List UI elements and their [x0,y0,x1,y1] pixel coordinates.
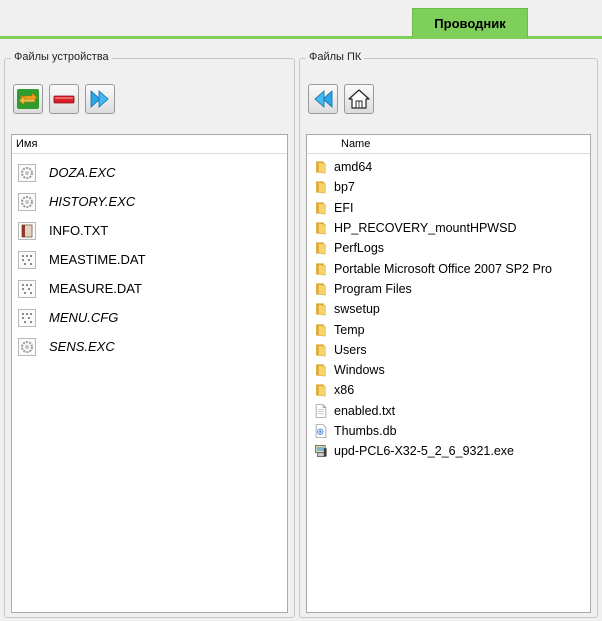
text-document-icon [315,404,327,418]
pc-file-row[interactable]: enabled.txt [307,401,590,421]
pc-files: amd64 bp7 EFI HP_RECOVERY_mountHPWSD PerfLog… [307,154,590,461]
db-file-icon [315,424,327,438]
device-toolbar [13,84,115,118]
forward-button[interactable] [85,84,115,114]
double-arrow-right-icon [90,90,109,108]
pc-name-column-header[interactable]: Name [307,135,590,154]
folder-icon [316,181,326,194]
delete-button[interactable] [49,84,79,114]
pc-file-row[interactable]: Temp [307,319,590,339]
device-files: DOZA.EXC HISTORY.EXC INFO.TXT MEASTIME.DAT M… [12,154,287,361]
device-file-row[interactable]: MENU.CFG [12,303,287,332]
pc-file-row[interactable]: Portable Microsoft Office 2007 SP2 Pro [307,258,590,278]
folder-icon [316,303,326,316]
sync-button[interactable] [13,84,43,114]
gear-file-icon [18,337,36,356]
device-file-list[interactable]: Имя DOZA.EXC HISTORY.EXC INFO.TXT MEASTIME.… [11,134,288,613]
minus-icon [53,95,75,104]
pc-file-name: x86 [334,383,355,398]
folder-icon [316,364,326,377]
pc-file-row[interactable]: Windows [307,360,590,380]
exe-file-icon [315,445,327,458]
pc-file-name: Windows [334,363,385,378]
folder-icon [316,384,326,397]
device-file-name: HISTORY.EXC [49,194,136,209]
folder-icon [316,242,326,255]
pc-file-row[interactable]: bp7 [307,177,590,197]
pc-file-name: Temp [334,322,365,337]
folder-icon [316,263,326,276]
home-button[interactable] [344,84,374,114]
pc-file-row[interactable]: Users [307,340,590,360]
device-file-name: MEASTIME.DAT [49,252,146,267]
pc-file-name: Thumbs.db [334,424,397,438]
pc-file-row[interactable]: x86 [307,380,590,400]
text-file-icon [18,221,36,240]
device-files-group: Файлы устройства Имя DOZA.EXC HISTORY.EXC… [4,51,295,618]
pc-file-row[interactable]: amd64 [307,157,590,177]
pc-file-row[interactable]: HP_RECOVERY_mountHPWSD [307,218,590,238]
home-icon [348,89,370,109]
pc-file-name: HP_RECOVERY_mountHPWSD [334,221,517,236]
device-file-row[interactable]: MEASTIME.DAT [12,245,287,274]
device-file-name: MENU.CFG [49,310,119,325]
pc-file-name: upd-PCL6-X32-5_2_6_9321.exe [334,444,514,459]
pc-file-name: swsetup [334,302,380,317]
pc-file-name: bp7 [334,180,355,195]
pc-file-name: Program Files [334,281,412,296]
pc-file-name: EFI [334,200,354,215]
tab-explorer[interactable]: Проводник [412,8,528,38]
pc-file-row[interactable]: EFI [307,198,590,218]
sync-arrows-icon [17,89,39,109]
device-file-row[interactable]: INFO.TXT [12,216,287,245]
folder-icon [316,344,326,357]
pc-file-name: Users [334,342,367,357]
device-file-name: SENS.EXC [49,339,115,354]
pc-file-name: Portable Microsoft Office 2007 SP2 Pro [334,261,552,276]
device-file-name: DOZA.EXC [49,165,116,180]
data-file-icon [18,308,36,327]
device-files-title: Файлы устройства [11,51,112,63]
device-file-name: MEASURE.DAT [49,281,142,296]
pc-file-row[interactable]: upd-PCL6-X32-5_2_6_9321.exe [307,441,590,461]
pc-file-row[interactable]: Thumbs.db [307,421,590,441]
data-file-icon [18,250,36,269]
pc-file-row[interactable]: Program Files [307,279,590,299]
folder-icon [316,222,326,235]
folder-icon [316,161,326,174]
gear-file-icon [18,192,36,211]
double-arrow-left-icon [314,90,333,108]
gear-file-icon [18,163,36,182]
pc-file-name: enabled.txt [334,403,396,418]
pc-file-name: PerfLogs [334,241,385,256]
folder-icon [316,283,326,296]
pc-file-name: amd64 [334,160,373,175]
device-file-row[interactable]: SENS.EXC [12,332,287,361]
pc-files-group: Файлы ПК Name amd64 bp7 EFI HP_RECOVERY_mou… [299,51,598,618]
back-button[interactable] [308,84,338,114]
tab-bar: Проводник [0,0,602,40]
pc-file-list[interactable]: Name amd64 bp7 EFI HP_RECOVERY_mountHPWSD Pe… [306,134,591,613]
pc-toolbar [308,84,374,118]
folder-icon [316,202,326,215]
data-file-icon [18,279,36,298]
device-file-row[interactable]: MEASURE.DAT [12,274,287,303]
pc-file-row[interactable]: PerfLogs [307,238,590,258]
folder-icon [316,323,326,337]
device-file-name: INFO.TXT [49,223,109,238]
pc-files-title: Файлы ПК [306,51,365,63]
device-file-row[interactable]: DOZA.EXC [12,158,287,187]
pc-file-row[interactable]: swsetup [307,299,590,319]
device-name-column-header[interactable]: Имя [12,135,287,154]
device-file-row[interactable]: HISTORY.EXC [12,187,287,216]
